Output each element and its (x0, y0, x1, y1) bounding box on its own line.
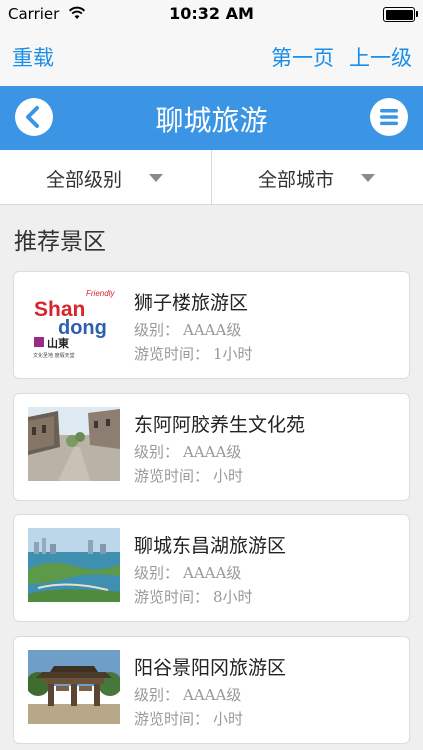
city-filter-label: 全部城市 (258, 169, 335, 191)
spot-level: 级别： AAAA级 (134, 443, 242, 461)
spot-level: 级别： AAAA级 (134, 321, 242, 339)
clock: 10:32 AM (169, 4, 254, 23)
logo-friendly: Friendly (86, 289, 115, 298)
scenic-spot-card[interactable]: 聊城东昌湖旅游区 级别： AAAA级 游览时间： 8小时 (13, 514, 410, 622)
status-bar: Carrier 10:32 AM (0, 0, 423, 30)
jingyanggang-photo (28, 650, 120, 724)
first-page-button[interactable]: 第一页 (271, 42, 334, 72)
scenic-spot-card[interactable]: 阳谷景阳冈旅游区 级别： AAAA级 游览时间： 小时 (13, 636, 410, 744)
caret-down-icon (149, 174, 163, 182)
caret-down-icon (361, 174, 375, 182)
logo-slogan: 文化圣地 度假天堂 (33, 352, 75, 359)
level-filter-label: 全部级别 (46, 169, 123, 191)
city-filter-dropdown[interactable]: 全部城市 (212, 150, 423, 204)
logo-chinese: 山東 (47, 336, 70, 350)
spot-duration: 游览时间： 8小时 (134, 588, 253, 606)
dongchang-lake-photo (28, 528, 120, 602)
menu-icon (380, 109, 398, 126)
spot-name: 聊城东昌湖旅游区 (134, 535, 287, 557)
ejiao-garden-photo (28, 407, 120, 481)
app-header: 聊城旅游 (0, 86, 423, 150)
battery-icon (383, 7, 418, 22)
spot-name: 阳谷景阳冈旅游区 (134, 657, 287, 679)
spot-level: 级别： AAAA级 (134, 564, 242, 582)
level-filter-dropdown[interactable]: 全部级别 (0, 150, 211, 204)
spot-duration: 游览时间： 1小时 (134, 345, 253, 363)
menu-button[interactable] (370, 98, 408, 136)
filter-bar: 全部级别 全部城市 (0, 150, 423, 205)
logo-dong: dong (58, 317, 107, 339)
spot-duration: 游览时间： 小时 (134, 467, 244, 485)
section-title: 推荐景区 (14, 229, 106, 255)
browser-nav-bar: 重载 第一页 上一级 (0, 30, 423, 87)
spot-name: 狮子楼旅游区 (134, 292, 249, 314)
page-title: 聊城旅游 (155, 104, 268, 137)
shandong-logo-image: Friendly Shan dong 山東 文化圣地 度假天堂 (28, 285, 120, 359)
reload-button[interactable]: 重载 (12, 42, 54, 72)
spot-name: 东阿阿胶养生文化苑 (134, 414, 306, 436)
up-level-button[interactable]: 上一级 (349, 42, 412, 72)
spot-duration: 游览时间： 小时 (134, 710, 244, 728)
spot-level: 级别： AAAA级 (134, 686, 242, 704)
scenic-spot-card[interactable]: Friendly Shan dong 山東 文化圣地 度假天堂 狮子楼旅游区 级… (13, 271, 410, 379)
scenic-spot-card[interactable]: 东阿阿胶养生文化苑 级别： AAAA级 游览时间： 小时 (13, 393, 410, 501)
